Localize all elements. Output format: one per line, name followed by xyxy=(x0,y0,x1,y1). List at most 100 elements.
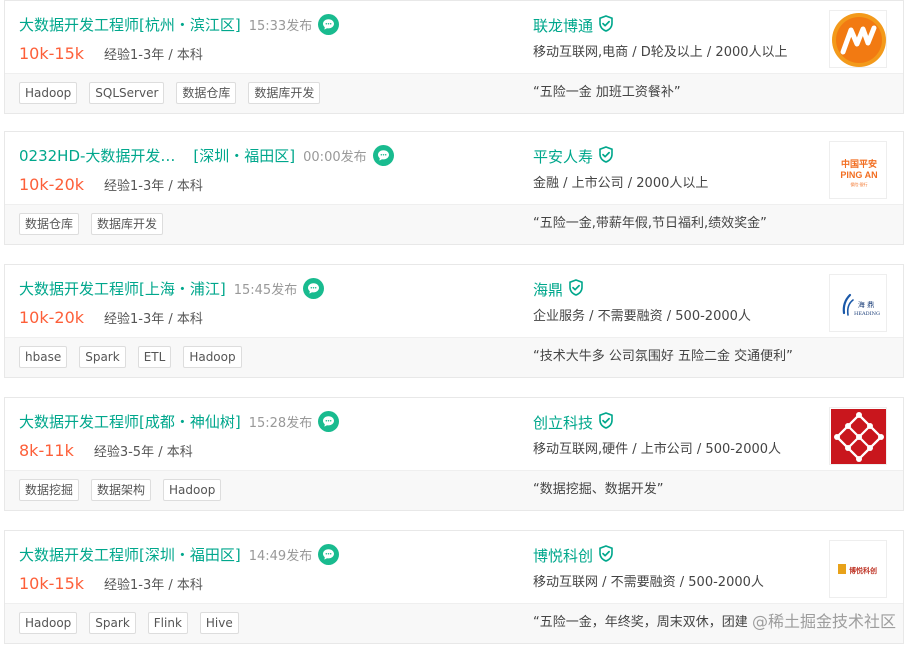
job-location[interactable]: [深圳・福田区] xyxy=(139,544,241,565)
chat-icon[interactable] xyxy=(318,410,340,432)
salary: 8k-11k xyxy=(19,440,74,460)
job-title-link[interactable]: 大数据开发工程师 xyxy=(19,411,139,432)
skill-tag[interactable]: Flink xyxy=(147,612,188,634)
publish-time: 15:45发布 xyxy=(233,282,298,298)
job-requirement: 经验3-5年 / 本科 xyxy=(93,444,193,460)
skill-tag[interactable]: Spark xyxy=(79,346,126,368)
chat-icon[interactable] xyxy=(318,543,340,565)
skill-tag[interactable]: Hive xyxy=(199,612,239,634)
skill-tag[interactable]: 数据仓库 xyxy=(176,82,237,104)
benefit-text: “技术大牛多 公司氛围好 五险二金 交通便利” xyxy=(533,349,793,364)
heading-logo-en: HEADING xyxy=(854,311,880,317)
company-industry: 金融 / 上市公司 / 2000人以上 xyxy=(533,176,709,191)
skill-tag[interactable]: 数据库开发 xyxy=(248,82,321,104)
benefit-text: “五险一金,带薪年假,节日福利,绩效奖金” xyxy=(533,216,767,231)
job-card[interactable]: 大数据开发工程师 [杭州・滨江区] 15:33发布 10k-15k 经验1-3年… xyxy=(4,0,904,114)
job-card-main: 大数据开发工程师 [成都・神仙树] 15:28发布 8k-11k 经验3-5年 … xyxy=(5,398,903,470)
company-logo[interactable]: 海 鼎 HEADING xyxy=(829,274,887,332)
boyue-logo-icon: 博悦科创 xyxy=(830,541,886,597)
job-info-row: 10k-20k 经验1-3年 / 本科 xyxy=(19,305,203,329)
job-title-row: 大数据开发工程师 [成都・神仙树] 15:28发布 xyxy=(19,408,340,434)
company-name-row: 创立科技 xyxy=(533,409,614,435)
job-title-row: 大数据开发工程师 [深圳・福田区] 14:49发布 xyxy=(19,541,340,567)
chat-icon[interactable] xyxy=(318,13,340,35)
salary: 10k-15k xyxy=(19,573,85,593)
chat-icon[interactable] xyxy=(303,277,325,299)
skill-tag[interactable]: hbase xyxy=(19,346,68,368)
job-card-footer: hbase Spark ETL Hadoop “技术大牛多 公司氛围好 五险二金… xyxy=(5,337,903,377)
job-card-footer: 数据仓库 数据库开发 “五险一金,带薪年假,节日福利,绩效奖金” xyxy=(5,204,903,244)
pingan-logo-en: PING AN xyxy=(840,170,877,180)
publish-time: 15:28发布 xyxy=(248,415,313,431)
job-location[interactable]: [上海・浦江] xyxy=(139,278,226,299)
skill-tag[interactable]: Hadoop xyxy=(19,612,78,634)
verified-shield-icon xyxy=(598,544,614,566)
skill-tag[interactable]: Hadoop xyxy=(163,479,222,501)
job-card-main: 大数据开发工程师 [上海・浦江] 15:45发布 10k-20k 经验1-3年 … xyxy=(5,265,903,337)
skill-tag[interactable]: 数据库开发 xyxy=(91,213,164,235)
job-title-link[interactable]: 大数据开发工程师 xyxy=(19,14,139,35)
tag-list: Hadoop Spark Flink Hive xyxy=(19,612,251,634)
job-location[interactable]: [深圳・福田区] xyxy=(193,145,295,166)
company-industry: 移动互联网,硬件 / 上市公司 / 500-2000人 xyxy=(533,442,782,457)
orange-m-logo-icon xyxy=(832,13,886,67)
company-name-link[interactable]: 平安人寿 xyxy=(533,146,593,167)
job-card[interactable]: 0232HD-大数据开发… [深圳・福田区] 00:00发布 10k-20k 经… xyxy=(4,131,904,245)
company-industry: 移动互联网,电商 / D轮及以上 / 2000人以上 xyxy=(533,45,788,60)
job-requirement: 经验1-3年 / 本科 xyxy=(104,47,203,63)
job-requirement: 经验1-3年 / 本科 xyxy=(104,577,203,593)
benefit-text: “五险一金，年终奖，周末双休，团建 xyxy=(533,615,748,630)
pingan-logo-cn: 中国平安 xyxy=(841,158,877,170)
red-lattice-logo-icon xyxy=(831,409,886,464)
skill-tag[interactable]: Hadoop xyxy=(183,346,242,368)
job-info-row: 10k-15k 经验1-3年 / 本科 xyxy=(19,571,203,595)
company-name-row: 博悦科创 xyxy=(533,542,614,568)
skill-tag[interactable]: 数据架构 xyxy=(91,479,152,501)
verified-shield-icon xyxy=(598,14,614,36)
company-logo[interactable]: 博悦科创 xyxy=(829,540,887,598)
company-industry: 移动互联网 / 不需要融资 / 500-2000人 xyxy=(533,575,764,590)
publish-time: 00:00发布 xyxy=(303,149,367,165)
job-card[interactable]: 大数据开发工程师 [成都・神仙树] 15:28发布 8k-11k 经验3-5年 … xyxy=(4,397,904,511)
job-card-footer: 数据挖掘 数据架构 Hadoop “数据挖掘、数据开发” xyxy=(5,470,903,510)
salary: 10k-15k xyxy=(19,43,85,63)
boyue-logo-text: 博悦科创 xyxy=(849,566,877,575)
company-name-link[interactable]: 创立科技 xyxy=(533,412,593,433)
tag-list: 数据仓库 数据库开发 xyxy=(19,213,175,235)
skill-tag[interactable]: SQLServer xyxy=(89,82,165,104)
job-title-link[interactable]: 大数据开发工程师 xyxy=(19,278,139,299)
verified-shield-icon xyxy=(568,278,584,300)
skill-tag[interactable]: ETL xyxy=(137,346,172,368)
job-title-link[interactable]: 0232HD-大数据开发… xyxy=(19,145,175,166)
company-name-link[interactable]: 博悦科创 xyxy=(533,545,593,566)
skill-tag[interactable]: 数据挖掘 xyxy=(19,479,80,501)
company-name-row: 海鼎 xyxy=(533,276,584,302)
company-name-link[interactable]: 海鼎 xyxy=(533,279,563,300)
job-title-link[interactable]: 大数据开发工程师 xyxy=(19,544,139,565)
company-logo[interactable]: 中国平安 PING AN 保险·银行 xyxy=(829,141,887,199)
skill-tag[interactable]: Hadoop xyxy=(19,82,78,104)
skill-tag[interactable]: 数据仓库 xyxy=(19,213,80,235)
chat-icon[interactable] xyxy=(372,144,394,166)
tag-list: hbase Spark ETL Hadoop xyxy=(19,346,254,368)
job-card[interactable]: 大数据开发工程师 [上海・浦江] 15:45发布 10k-20k 经验1-3年 … xyxy=(4,264,904,378)
company-logo[interactable] xyxy=(829,10,887,68)
company-logo[interactable] xyxy=(829,407,887,465)
verified-shield-icon xyxy=(598,145,614,167)
job-title-row: 大数据开发工程师 [上海・浦江] 15:45发布 xyxy=(19,275,325,301)
heading-logo-icon: 海 鼎 HEADING xyxy=(830,275,886,331)
tag-list: 数据挖掘 数据架构 Hadoop xyxy=(19,479,233,501)
company-industry: 企业服务 / 不需要融资 / 500-2000人 xyxy=(533,309,751,324)
job-card-main: 0232HD-大数据开发… [深圳・福田区] 00:00发布 10k-20k 经… xyxy=(5,132,903,204)
company-name-link[interactable]: 联龙博通 xyxy=(533,15,593,36)
salary: 10k-20k xyxy=(19,307,85,327)
job-location[interactable]: [成都・神仙树] xyxy=(139,411,241,432)
job-requirement: 经验1-3年 / 本科 xyxy=(104,311,203,327)
pingan-logo-sub: 保险·银行 xyxy=(850,181,867,187)
job-card-main: 大数据开发工程师 [杭州・滨江区] 15:33发布 10k-15k 经验1-3年… xyxy=(5,1,903,73)
salary: 10k-20k xyxy=(19,174,85,194)
job-location[interactable]: [杭州・滨江区] xyxy=(139,14,241,35)
job-card-main: 大数据开发工程师 [深圳・福田区] 14:49发布 10k-15k 经验1-3年… xyxy=(5,531,903,603)
skill-tag[interactable]: Spark xyxy=(89,612,136,634)
benefit-text: “数据挖掘、数据开发” xyxy=(533,482,664,497)
